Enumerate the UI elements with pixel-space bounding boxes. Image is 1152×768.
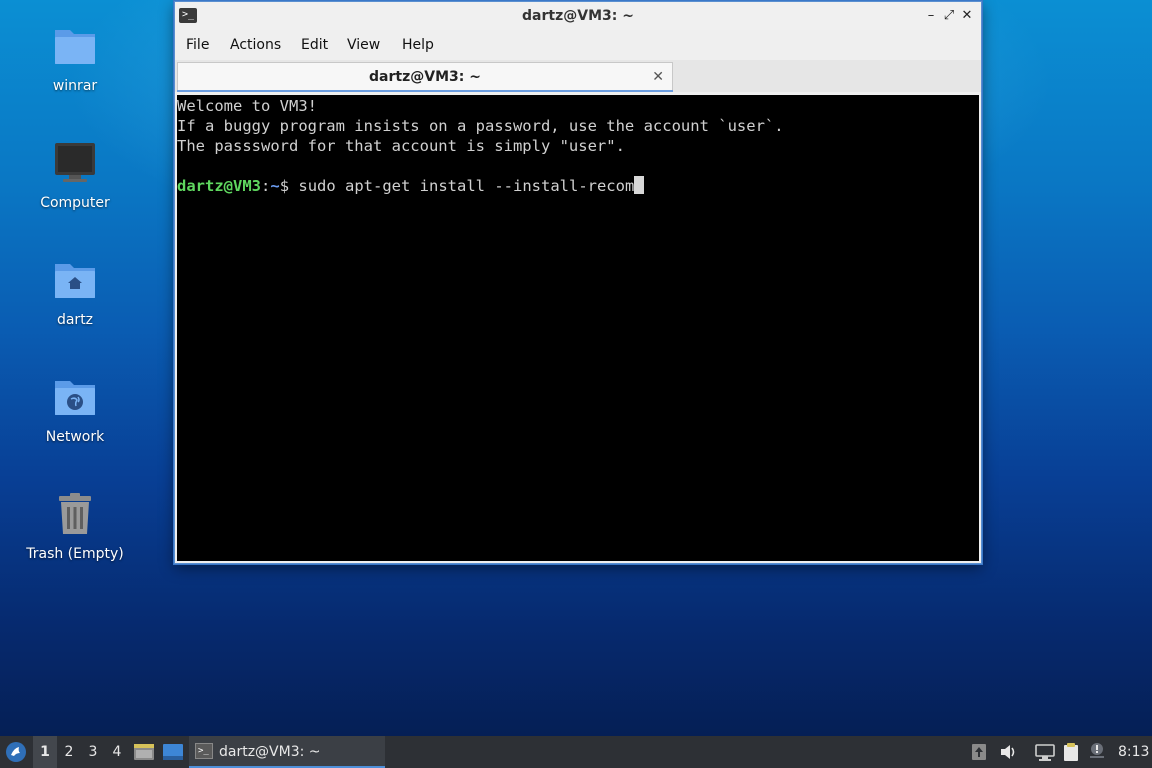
workspace-2[interactable]: 2 (57, 736, 81, 768)
lubuntu-logo-icon (6, 742, 26, 762)
desktop-icon-network[interactable]: Network (15, 373, 135, 445)
window-title: dartz@VM3: ~ (522, 8, 634, 24)
prompt-symbol: $ (279, 177, 299, 195)
desktop-icon-label: Trash (Empty) (26, 546, 124, 562)
menu-view[interactable]: View (347, 30, 380, 60)
workspace-1[interactable]: 1 (33, 736, 57, 768)
tab-terminal[interactable]: dartz@VM3: ~ ✕ (177, 62, 673, 90)
desktop: winrar Computer dartz Network Trash (Emp… (0, 0, 1152, 736)
terminal-line: If a buggy program insists on a password… (177, 117, 784, 135)
desktop-icon-home[interactable]: dartz (15, 256, 135, 328)
tab-bar: dartz@VM3: ~ ✕ (175, 60, 981, 92)
desktop-icon-label: winrar (52, 78, 98, 94)
desktop-icon-label: dartz (56, 312, 94, 328)
start-menu-button[interactable] (4, 736, 30, 768)
menu-bar: File Actions Edit View Help (175, 30, 981, 60)
prompt-colon: : (261, 177, 271, 195)
workspace-3[interactable]: 3 (81, 736, 105, 768)
volume-icon (1001, 745, 1015, 759)
terminal-line: The passsword for that account is simply… (177, 137, 625, 155)
tab-title: dartz@VM3: ~ (369, 69, 481, 85)
taskbar-task-terminal[interactable]: >_ dartz@VM3: ~ (189, 736, 385, 768)
desktop-icon-trash[interactable]: Trash (Empty) (15, 490, 135, 562)
network-folder-icon (55, 381, 95, 415)
computer-icon (55, 143, 95, 182)
show-desktop-icon (163, 744, 183, 760)
text-cursor (634, 176, 645, 194)
home-folder-icon (55, 264, 95, 298)
desktop-icon-computer[interactable]: Computer (15, 139, 135, 211)
folder-icon (55, 30, 95, 64)
update-notifier-icon (972, 744, 986, 760)
terminal-line: Welcome to VM3! (177, 97, 317, 115)
network-status[interactable] (1035, 736, 1057, 768)
notification-icon (1090, 743, 1104, 758)
tab-close-icon[interactable]: ✕ (652, 63, 664, 91)
menu-help[interactable]: Help (402, 30, 434, 60)
clipboard-manager[interactable] (1062, 736, 1082, 768)
prompt-line: dartz@VM3:~$ sudo apt-get install --inst… (177, 176, 979, 196)
prompt-user: dartz@VM3 (177, 177, 261, 195)
minimize-button[interactable]: – (921, 6, 941, 26)
network-icon (1035, 744, 1055, 761)
terminal-window: >_ dartz@VM3: ~ – ⤢ ✕ File Actions Edit … (174, 1, 982, 564)
desktop-icon-label: Network (45, 429, 105, 445)
task-label: dartz@VM3: ~ (219, 744, 321, 760)
trash-icon (59, 493, 91, 534)
terminal-task-icon: >_ (195, 743, 213, 759)
active-tab-indicator (177, 90, 673, 92)
clipboard-icon (1064, 743, 1078, 761)
command-input[interactable]: sudo apt-get install --install-recom (298, 177, 634, 195)
taskbar: 1 2 3 4 >_ dartz@VM3: ~ 8:13 (0, 736, 1152, 768)
desktop-icon-winrar[interactable]: winrar (15, 22, 135, 94)
window-titlebar[interactable]: >_ dartz@VM3: ~ – ⤢ ✕ (175, 2, 981, 30)
maximize-button[interactable]: ⤢ (939, 6, 959, 26)
workspace-4[interactable]: 4 (105, 736, 129, 768)
volume-control[interactable] (999, 736, 1019, 768)
file-manager-launcher[interactable] (133, 736, 155, 768)
desktop-icon-label: Computer (40, 195, 110, 211)
notifications[interactable] (1088, 736, 1108, 768)
terminal-output[interactable]: Welcome to VM3! If a buggy program insis… (177, 95, 979, 561)
menu-actions[interactable]: Actions (230, 30, 281, 60)
show-desktop-button[interactable] (162, 736, 184, 768)
update-notifier[interactable] (970, 736, 990, 768)
prompt-path: ~ (270, 177, 280, 195)
clock[interactable]: 8:13 (1118, 736, 1149, 768)
menu-file[interactable]: File (186, 30, 209, 60)
menu-edit[interactable]: Edit (301, 30, 328, 60)
file-manager-icon (134, 744, 154, 760)
close-button[interactable]: ✕ (957, 6, 977, 26)
